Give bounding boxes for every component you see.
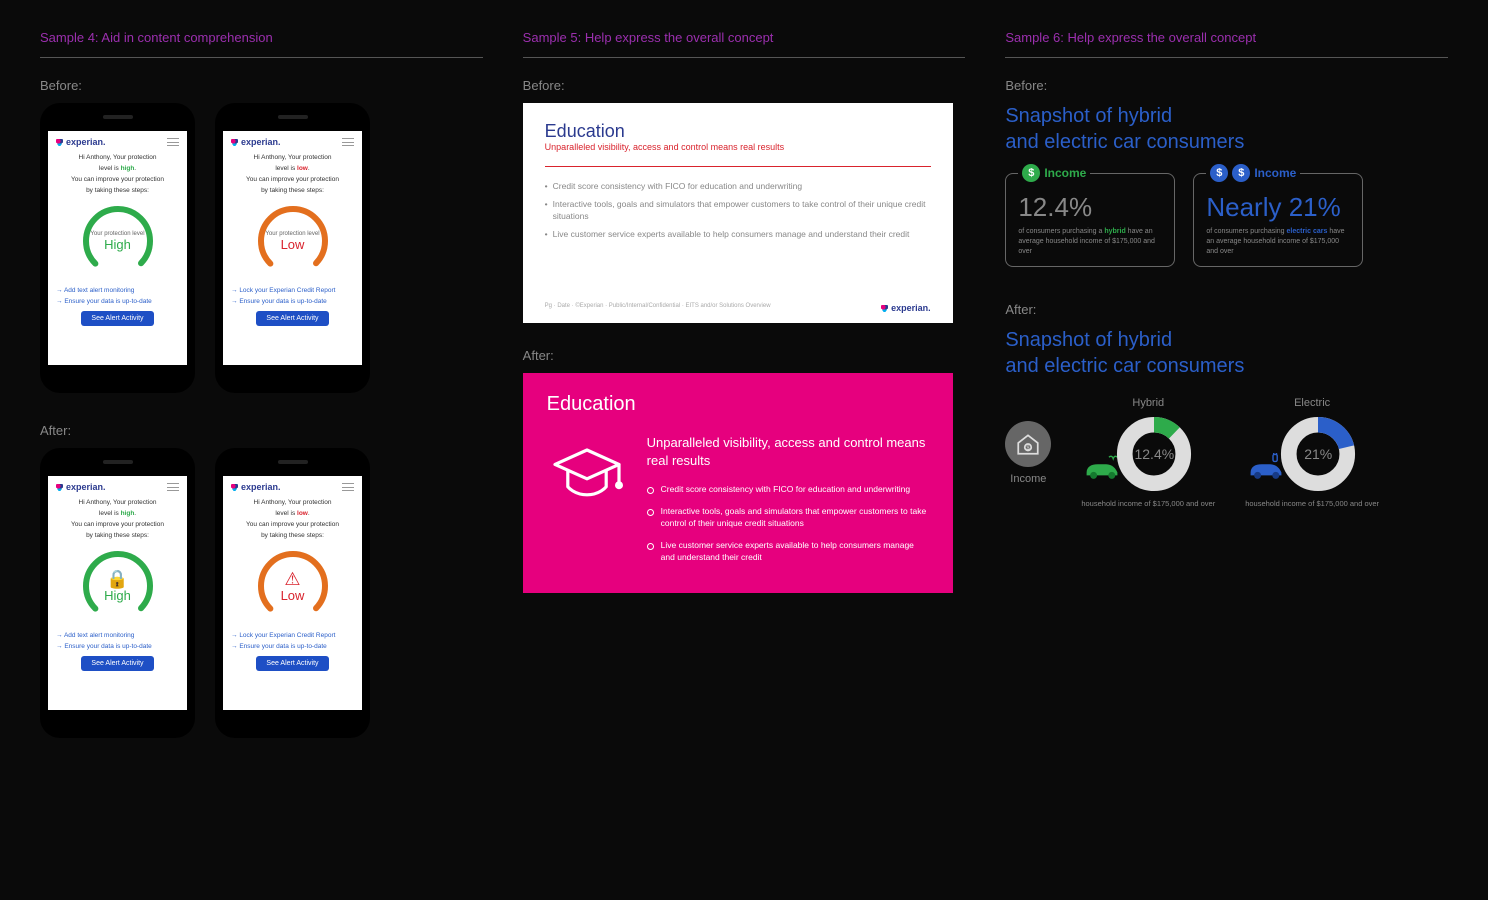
gauge-high-after: 🔒 High xyxy=(78,546,158,626)
slide-footer: Pg · Date · ©Experian · Public/Internal/… xyxy=(545,303,771,313)
hybrid-desc: of consumers purchasing a hybrid have an… xyxy=(1018,227,1162,256)
link-ensure-data[interactable]: Ensure your data is up-to-date xyxy=(56,298,179,305)
experian-logo: experian. xyxy=(56,482,106,492)
electric-donut-block: Electric 21% household income of $175,00… xyxy=(1245,397,1379,509)
house-dollar-icon: $ xyxy=(1005,421,1051,467)
link-lock-report[interactable]: Lock your Experian Credit Report xyxy=(231,287,354,294)
gauge-low-after: ⚠ Low xyxy=(253,546,333,626)
link-add-alert[interactable]: Add text alert monitoring xyxy=(56,287,179,294)
svg-text:$: $ xyxy=(1027,446,1030,452)
slide-before: Education Unparalleled visibility, acces… xyxy=(523,103,953,323)
see-alert-button[interactable]: See Alert Activity xyxy=(81,656,153,671)
divider xyxy=(1005,57,1448,58)
divider xyxy=(40,57,483,58)
snapshot-title-after: Snapshot of hybridand electric car consu… xyxy=(1005,327,1448,379)
slide-subheading: Unparalleled visibility, access and cont… xyxy=(647,434,929,470)
dollar-icon: $ xyxy=(1210,164,1228,182)
before-label: Before: xyxy=(1005,78,1448,93)
electric-desc: of consumers purchasing electric cars ha… xyxy=(1206,227,1350,256)
gauge-low: Your protection level Low xyxy=(253,201,333,281)
bullet: Credit score consistency with FICO for e… xyxy=(545,181,931,193)
divider xyxy=(523,57,966,58)
experian-logo: experian. xyxy=(231,482,281,492)
bullet: Live customer service experts available … xyxy=(545,229,931,241)
after-row: $ Income Hybrid 12.4% household income o… xyxy=(1005,397,1448,509)
before-label: Before: xyxy=(40,78,483,93)
slide-after: Education Unparalleled visibility, acces… xyxy=(523,373,953,593)
page: Sample 4: Aid in content comprehension B… xyxy=(0,0,1488,798)
dollar-icon: $ xyxy=(1022,164,1040,182)
slide-subheading: Unparalleled visibility, access and cont… xyxy=(545,142,931,152)
electric-donut: 21% xyxy=(1279,415,1357,493)
hybrid-donut: 12.4% xyxy=(1115,415,1193,493)
hybrid-donut-pct: 12.4% xyxy=(1115,415,1193,493)
link-ensure-data[interactable]: Ensure your data is up-to-date xyxy=(231,298,354,305)
slide-heading: Education xyxy=(547,393,929,416)
income-badge: Income xyxy=(1254,166,1296,180)
bullet: Credit score consistency with FICO for e… xyxy=(647,484,929,496)
see-alert-button[interactable]: See Alert Activity xyxy=(256,656,328,671)
menu-icon[interactable] xyxy=(342,138,354,146)
sample-4-column: Sample 4: Aid in content comprehension B… xyxy=(40,30,483,768)
donut-desc: household income of $175,000 and over xyxy=(1245,499,1379,509)
after-phones: experian. Hi Anthony, Your protection le… xyxy=(40,448,483,738)
electric-box: $$Income Nearly 21% of consumers purchas… xyxy=(1193,173,1363,267)
see-alert-button[interactable]: See Alert Activity xyxy=(81,311,153,326)
menu-icon[interactable] xyxy=(167,138,179,146)
before-phones: experian. Hi Anthony, Your protection le… xyxy=(40,103,483,393)
link-ensure-data[interactable]: Ensure your data is up-to-date xyxy=(231,643,354,650)
graduation-cap-icon xyxy=(547,434,627,574)
bullet: Interactive tools, goals and simulators … xyxy=(647,506,929,530)
phone-mock-high-before: experian. Hi Anthony, Your protection le… xyxy=(40,103,195,393)
see-alert-button[interactable]: See Alert Activity xyxy=(256,311,328,326)
income-block: $ Income xyxy=(1005,421,1051,485)
bullet: Interactive tools, goals and simulators … xyxy=(545,199,931,223)
dollar-icon: $ xyxy=(1232,164,1250,182)
income-label: Income xyxy=(1005,473,1051,485)
phone-mock-high-after: experian. Hi Anthony, Your protection le… xyxy=(40,448,195,738)
slide-heading: Education xyxy=(545,121,931,142)
hybrid-donut-block: Hybrid 12.4% household income of $175,00… xyxy=(1081,397,1215,509)
electric-label: Electric xyxy=(1245,397,1379,409)
greeting: Hi Anthony, Your protection xyxy=(79,154,157,161)
phone-mock-low-after: experian. Hi Anthony, Your protection le… xyxy=(215,448,370,738)
experian-logo: experian. xyxy=(56,137,106,147)
menu-icon[interactable] xyxy=(167,483,179,491)
link-lock-report[interactable]: Lock your Experian Credit Report xyxy=(231,632,354,639)
income-badge: Income xyxy=(1044,166,1086,180)
donut-desc: household income of $175,000 and over xyxy=(1081,499,1215,509)
after-label: After: xyxy=(40,423,483,438)
experian-logo: experian. xyxy=(231,137,281,147)
before-label: Before: xyxy=(523,78,966,93)
sample-4-title: Sample 4: Aid in content comprehension xyxy=(40,30,483,45)
electric-pct: Nearly 21% xyxy=(1206,192,1350,223)
electric-donut-pct: 21% xyxy=(1279,415,1357,493)
before-boxes: $Income 12.4% of consumers purchasing a … xyxy=(1005,173,1448,267)
bullet: Live customer service experts available … xyxy=(647,540,929,564)
sample-5-column: Sample 5: Help express the overall conce… xyxy=(523,30,966,768)
hybrid-pct: 12.4% xyxy=(1018,192,1162,223)
sample-5-title: Sample 5: Help express the overall conce… xyxy=(523,30,966,45)
hybrid-label: Hybrid xyxy=(1081,397,1215,409)
phone-mock-low-before: experian. Hi Anthony, Your protection le… xyxy=(215,103,370,393)
menu-icon[interactable] xyxy=(342,483,354,491)
link-add-alert[interactable]: Add text alert monitoring xyxy=(56,632,179,639)
experian-logo: experian. xyxy=(881,303,931,313)
after-label: After: xyxy=(523,348,966,363)
gauge-high: Your protection level High xyxy=(78,201,158,281)
hybrid-box: $Income 12.4% of consumers purchasing a … xyxy=(1005,173,1175,267)
sample-6-title: Sample 6: Help express the overall conce… xyxy=(1005,30,1448,45)
sample-6-column: Sample 6: Help express the overall conce… xyxy=(1005,30,1448,768)
snapshot-title: Snapshot of hybridand electric car consu… xyxy=(1005,103,1448,155)
link-ensure-data[interactable]: Ensure your data is up-to-date xyxy=(56,643,179,650)
after-label: After: xyxy=(1005,302,1448,317)
